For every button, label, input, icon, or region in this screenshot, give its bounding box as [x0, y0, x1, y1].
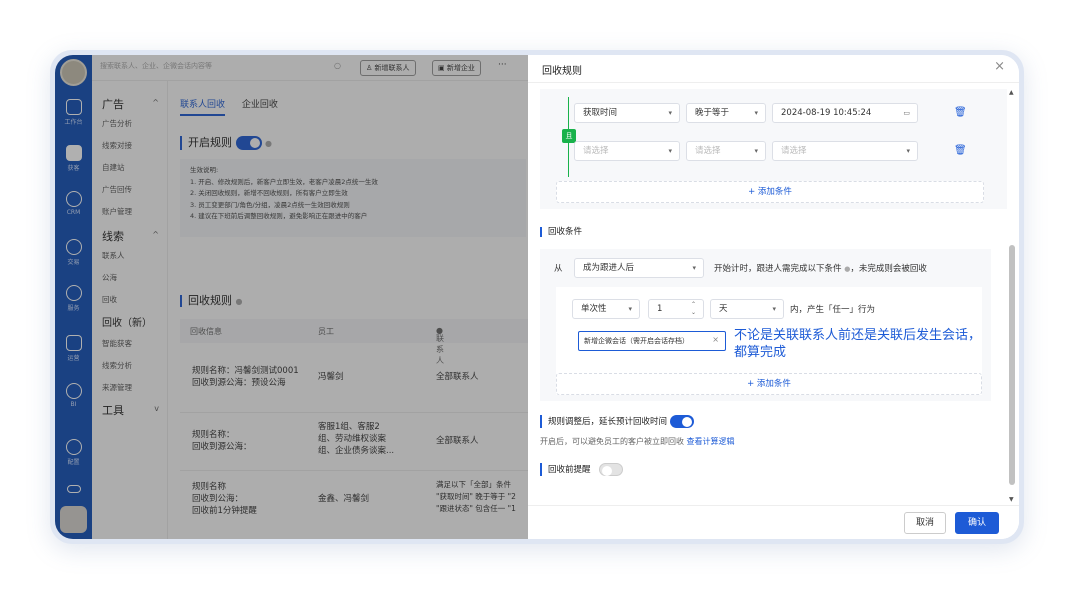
cond1-date-input[interactable]: 2024-08-19 10:45:24 ▭ [772, 103, 918, 123]
add-behavior-button[interactable]: + 添加条件 [556, 373, 982, 395]
confirm-button[interactable]: 确认 [955, 512, 999, 534]
cond1-field-select[interactable]: 获取时间 ▾ [574, 103, 680, 123]
drawer-header: 回收规则 × [528, 55, 1019, 83]
add-condition-button[interactable]: + 添加条件 [556, 181, 984, 203]
chevron-down-icon: ▾ [628, 305, 632, 313]
drawer-title: 回收规则 [542, 66, 582, 77]
modal-overlay[interactable] [92, 55, 528, 539]
stepper-arrows-icon[interactable]: ⌃ ⌄ [691, 301, 696, 317]
duration-stepper[interactable]: 1 ⌃ ⌄ [648, 299, 704, 319]
behavior-tag[interactable]: 新增企微会话（需开启会话存档） × [578, 331, 726, 351]
scrollbar[interactable]: ▲ ▼ [1009, 89, 1015, 503]
recycle-rule-drawer: 回收规则 × 且 获取时间 ▾ 晚于等于 ▾ 2024-08-19 10:45:24… [528, 55, 1019, 539]
remind-toggle[interactable] [599, 463, 624, 476]
delete-icon[interactable]: 🗑 [954, 145, 967, 156]
recycle-condition-card: 从 成为跟进人后 ▾ 开始计时，跟进人需完成以下条件 ●，未完成则会被回收 单次性… [540, 249, 991, 401]
drawer-footer: 取消 确认 [528, 505, 1019, 539]
scroll-up-icon[interactable]: ▲ [1009, 89, 1014, 96]
chevron-down-icon: ▾ [772, 305, 776, 313]
frequency-select[interactable]: 单次性 ▾ [572, 299, 640, 319]
delete-icon[interactable]: 🗑 [954, 107, 967, 118]
extend-toggle[interactable] [669, 415, 694, 428]
chevron-down-icon: ▾ [668, 147, 672, 155]
chevron-down-icon: ▾ [906, 147, 910, 155]
cond2-field-select[interactable]: 请选择 ▾ [574, 141, 680, 161]
chevron-down-icon: ▾ [754, 109, 758, 117]
from-select[interactable]: 成为跟进人后 ▾ [574, 258, 704, 278]
cond1-op-select[interactable]: 晚于等于 ▾ [686, 103, 766, 123]
extend-section: 规则调整后，延长预计回收时间 [540, 415, 694, 428]
condition-group: 且 获取时间 ▾ 晚于等于 ▾ 2024-08-19 10:45:24 ▭ 🗑 请选择… [540, 89, 1007, 209]
chevron-down-icon: ▾ [754, 147, 758, 155]
cond2-value-select[interactable]: 请选择 ▾ [772, 141, 918, 161]
app-screen: 工作台 获客 CRM 交易 服务 运营 BI 配置 搜索联系人、企业、企微会话内… [55, 55, 1019, 539]
tag-close-icon[interactable]: × [712, 335, 719, 344]
unit-select[interactable]: 天 ▾ [710, 299, 784, 319]
recycle-condition-title: 回收条件 [540, 227, 582, 237]
cond2-op-select[interactable]: 请选择 ▾ [686, 141, 766, 161]
chevron-down-icon: ▾ [692, 264, 696, 272]
cancel-button[interactable]: 取消 [904, 512, 946, 534]
close-icon[interactable]: × [994, 59, 1005, 74]
calc-logic-link[interactable]: 查看计算逻辑 [687, 437, 735, 446]
scroll-down-icon[interactable]: ▼ [1009, 496, 1014, 503]
scrollbar-thumb[interactable] [1009, 245, 1015, 485]
extend-description: 开启后，可以避免员工的客户被立即回收 查看计算逻辑 [540, 437, 735, 446]
annotation-note: 不论是关联联系人前还是关联后发生会话， 都算完成 [734, 328, 982, 360]
calendar-icon: ▭ [903, 109, 910, 117]
nav-overlay [55, 55, 92, 539]
remind-section: 回收前提醒 [540, 463, 624, 476]
chevron-down-icon: ▾ [668, 109, 672, 117]
